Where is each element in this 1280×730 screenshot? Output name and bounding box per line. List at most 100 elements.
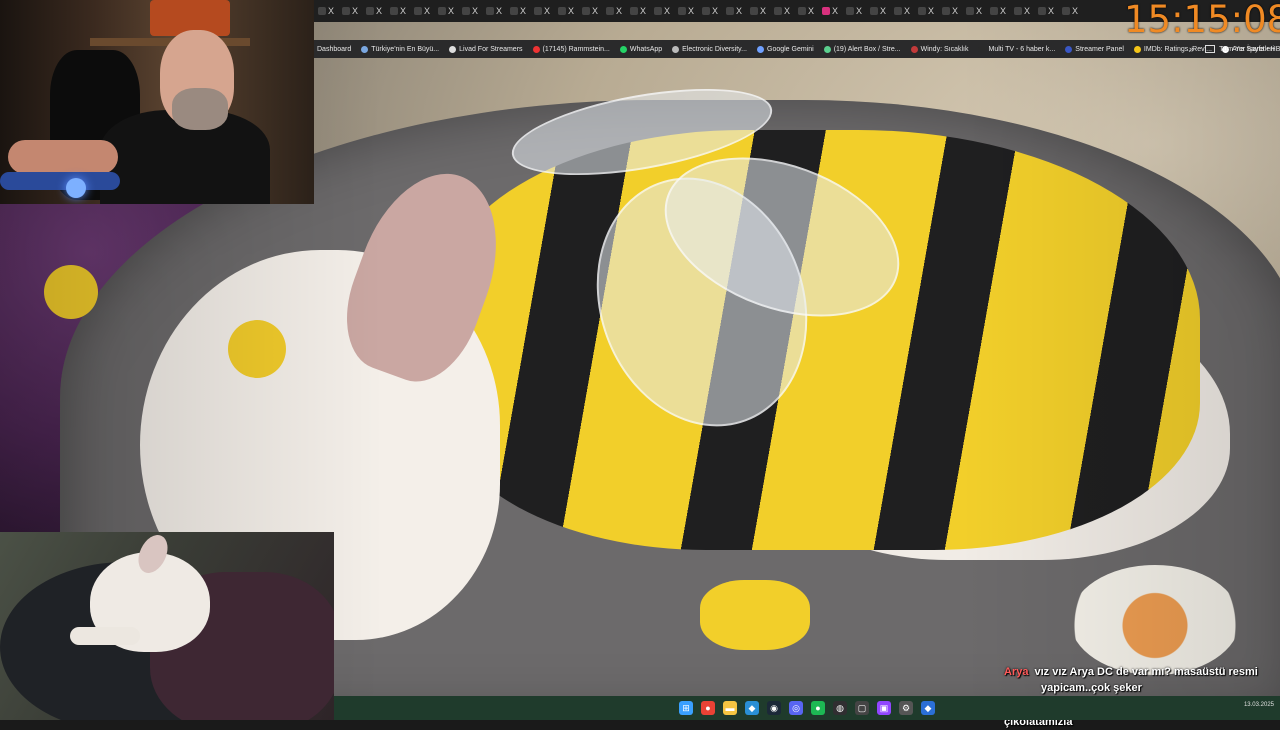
taskbar-clock[interactable]: 13.03.2025 <box>1244 702 1274 709</box>
bookmark-item[interactable]: Türkiye'nin En Büyü... <box>361 45 439 53</box>
browser-tab[interactable]: X <box>794 0 818 22</box>
tab-close-icon[interactable]: X <box>688 6 694 16</box>
bookmark-label: Windy: Sıcaklık <box>920 45 969 53</box>
x-icon <box>653 7 662 15</box>
tab-close-icon[interactable]: X <box>592 6 598 16</box>
bookmark-item[interactable]: Livad For Streamers <box>449 45 523 53</box>
x-icon <box>845 7 854 15</box>
browser-tab[interactable]: X <box>746 0 770 22</box>
bookmark-item[interactable]: WhatsApp <box>619 45 662 53</box>
tab-close-icon[interactable]: X <box>1000 6 1006 16</box>
bookmark-item[interactable]: Google Gemini <box>757 45 814 53</box>
browser-tab[interactable]: X <box>362 0 386 22</box>
tab-close-icon[interactable]: X <box>424 6 430 16</box>
tab-close-icon[interactable]: X <box>832 6 838 16</box>
bookmark-item[interactable]: (19) Alert Box / Stre... <box>823 45 901 53</box>
tab-close-icon[interactable]: X <box>520 6 526 16</box>
instagram-icon <box>821 7 830 15</box>
tab-close-icon[interactable]: X <box>784 6 790 16</box>
bookmark-item[interactable]: Windy: Sıcaklık <box>910 45 969 53</box>
tab-close-icon[interactable]: X <box>1072 6 1078 16</box>
browser-tab[interactable]: X <box>554 0 578 22</box>
browser-tab[interactable]: X <box>386 0 410 22</box>
browser-tab[interactable]: X <box>770 0 794 22</box>
tab-close-icon[interactable]: X <box>976 6 982 16</box>
browser-tab[interactable]: X <box>314 0 338 22</box>
tab-close-icon[interactable]: X <box>952 6 958 16</box>
tab-close-icon[interactable]: X <box>712 6 718 16</box>
bookmark-item[interactable]: IMDb: Ratings, Revi... <box>1133 45 1212 53</box>
browser-tab[interactable]: X <box>338 0 362 22</box>
tab-close-icon[interactable]: X <box>496 6 502 16</box>
browser-tab[interactable]: X <box>602 0 626 22</box>
browser-tab[interactable]: X <box>530 0 554 22</box>
browser-tab[interactable]: X <box>410 0 434 22</box>
tab-close-icon[interactable]: X <box>400 6 406 16</box>
chrome-icon[interactable]: ● <box>701 701 715 715</box>
browser-tab[interactable]: X <box>578 0 602 22</box>
browser-tab[interactable]: X <box>458 0 482 22</box>
x-icon <box>389 7 398 15</box>
tab-close-icon[interactable]: X <box>1024 6 1030 16</box>
tab-close-icon[interactable]: X <box>1048 6 1054 16</box>
tab-close-icon[interactable]: X <box>472 6 478 16</box>
bookmarks-more-chevron[interactable]: » <box>1189 40 1194 58</box>
browser-tab[interactable]: X <box>866 0 890 22</box>
browser-tab[interactable]: X <box>1034 0 1058 22</box>
x-icon <box>509 7 518 15</box>
file-explorer-icon[interactable]: ▬ <box>723 701 737 715</box>
browser-tab[interactable]: X <box>1010 0 1034 22</box>
browser-tab[interactable]: X <box>674 0 698 22</box>
twitch-icon[interactable]: ▣ <box>877 701 891 715</box>
bookmark-item[interactable]: Dashboard <box>317 46 351 53</box>
tab-close-icon[interactable]: X <box>664 6 670 16</box>
browser-tab[interactable]: X <box>914 0 938 22</box>
tab-close-icon[interactable]: X <box>448 6 454 16</box>
browser-tab[interactable]: X <box>650 0 674 22</box>
bookmark-item[interactable]: Streamer Panel <box>1065 45 1124 53</box>
browser-tab[interactable]: X <box>962 0 986 22</box>
all-bookmarks-button[interactable]: Tüm Yer İşaretleri <box>1205 40 1274 58</box>
discord-icon[interactable]: ◎ <box>789 701 803 715</box>
tab-close-icon[interactable]: X <box>616 6 622 16</box>
tab-close-icon[interactable]: X <box>376 6 382 16</box>
tab-close-icon[interactable]: X <box>760 6 766 16</box>
browser-tab[interactable]: X <box>986 0 1010 22</box>
app-icon[interactable]: ▢ <box>855 701 869 715</box>
obs-icon[interactable]: ◍ <box>833 701 847 715</box>
settings-icon[interactable]: ⚙ <box>899 701 913 715</box>
browser-tab[interactable]: X <box>722 0 746 22</box>
tab-close-icon[interactable]: X <box>544 6 550 16</box>
tab-close-icon[interactable]: X <box>736 6 742 16</box>
windows-start-icon[interactable]: ⊞ <box>679 701 693 715</box>
tab-close-icon[interactable]: X <box>880 6 886 16</box>
tab-close-icon[interactable]: X <box>808 6 814 16</box>
tab-close-icon[interactable]: X <box>856 6 862 16</box>
browser-tab[interactable]: X <box>482 0 506 22</box>
tab-close-icon[interactable]: X <box>352 6 358 16</box>
bookmark-item[interactable]: Electronic Diversity... <box>672 45 747 53</box>
bookmark-item[interactable]: (17145) Rammstein... <box>532 45 610 53</box>
browser-icon[interactable]: ◆ <box>921 701 935 715</box>
tab-close-icon[interactable]: X <box>928 6 934 16</box>
tab-close-icon[interactable]: X <box>328 6 334 16</box>
spotify-icon[interactable]: ● <box>811 701 825 715</box>
browser-tab-instagram[interactable]: X <box>818 0 842 22</box>
tab-close-icon[interactable]: X <box>568 6 574 16</box>
x-icon <box>749 7 758 15</box>
browser-tab[interactable]: X <box>890 0 914 22</box>
edge-icon[interactable]: ◆ <box>745 701 759 715</box>
browser-tab[interactable]: X <box>1058 0 1082 22</box>
x-icon <box>629 7 638 15</box>
browser-tab[interactable]: X <box>434 0 458 22</box>
steam-icon[interactable]: ◉ <box>767 701 781 715</box>
browser-tab[interactable]: X <box>938 0 962 22</box>
browser-tab[interactable]: X <box>842 0 866 22</box>
tab-close-icon[interactable]: X <box>904 6 910 16</box>
browser-tab[interactable]: X <box>626 0 650 22</box>
browser-tab[interactable]: X <box>698 0 722 22</box>
tab-close-icon[interactable]: X <box>640 6 646 16</box>
webcam-overlay <box>0 0 314 204</box>
bookmark-item[interactable]: Multi TV - 6 haber k... <box>978 45 1055 53</box>
browser-tab[interactable]: X <box>506 0 530 22</box>
